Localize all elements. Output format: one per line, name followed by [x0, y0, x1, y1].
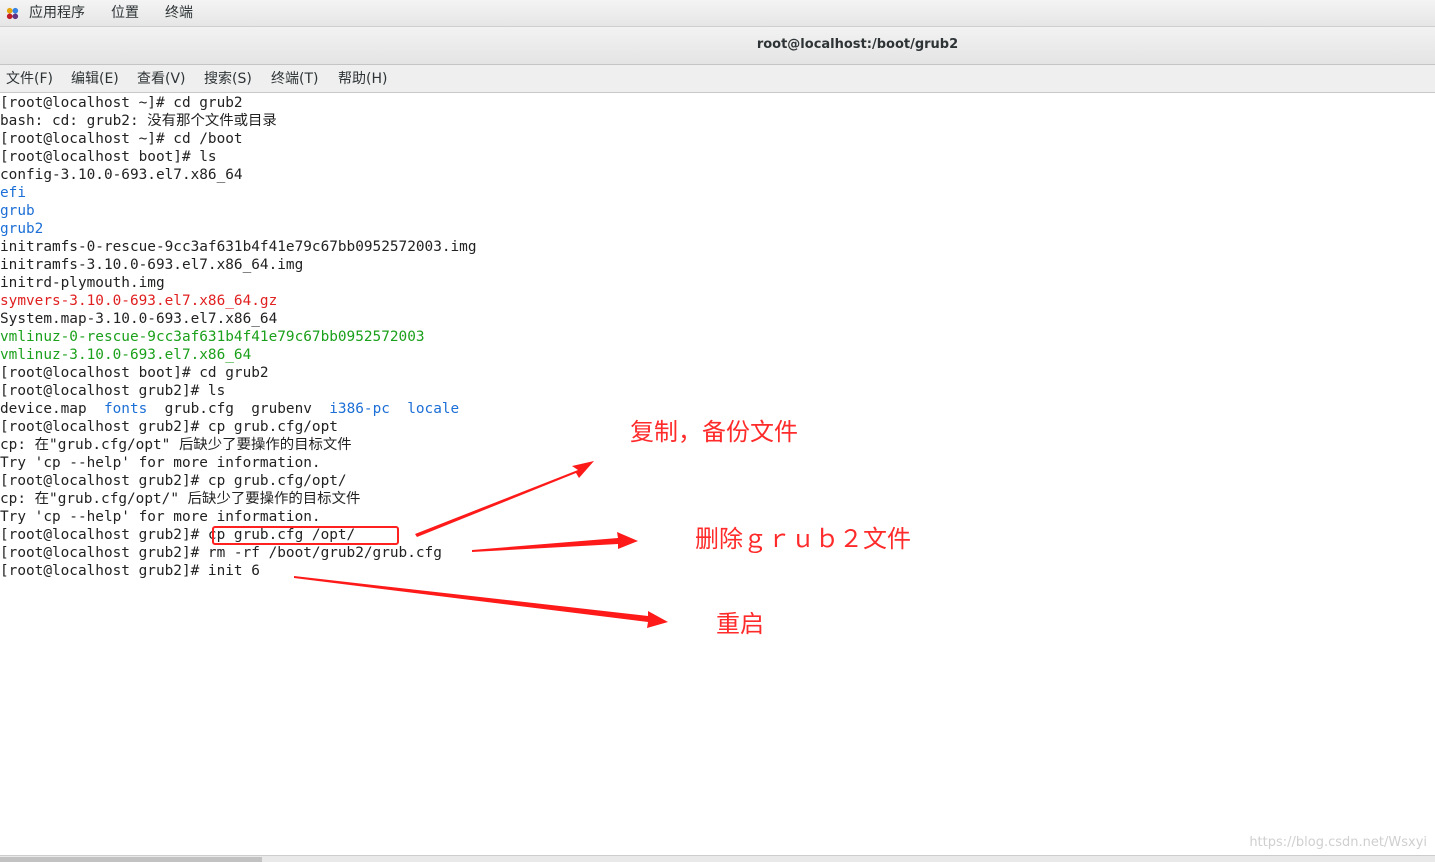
terminal-menubar: 文件(F) 编辑(E) 查看(V) 搜索(S) 终端(T) 帮助(H): [0, 65, 1435, 93]
window-titlebar[interactable]: root@localhost:/boot/grub2: [0, 27, 1435, 65]
terminal-text-segment: [root@localhost grub2]# ls: [0, 383, 226, 399]
applications-icon[interactable]: [5, 6, 20, 21]
scrollbar-thumb[interactable]: [0, 857, 262, 862]
terminal-output[interactable]: [root@localhost ~]# cd grub2 bash: cd: gr…: [0, 93, 1435, 855]
terminal-line: initrd-plymouth.img: [0, 274, 165, 292]
terminal-text-segment: [root@localhost grub2]# cp grub.cfg/opt: [0, 419, 338, 435]
terminal-text-segment: cp: 在"grub.cfg/opt" 后缺少了要操作的目标文件: [0, 437, 352, 453]
terminal-line: System.map-3.10.0-693.el7.x86_64: [0, 310, 277, 328]
terminal-text-segment: initramfs-3.10.0-693.el7.x86_64.img: [0, 257, 304, 273]
terminal-line: [root@localhost grub2]# rm -rf /boot/gru…: [0, 544, 442, 562]
menu-view[interactable]: 查看(V): [137, 70, 186, 88]
terminal-text-segment: Try 'cp --help' for more information.: [0, 455, 321, 471]
places-menu[interactable]: 位置: [111, 4, 139, 22]
terminal-text-segment: System.map-3.10.0-693.el7.x86_64: [0, 311, 278, 327]
terminal-line: config-3.10.0-693.el7.x86_64: [0, 166, 243, 184]
terminal-line: cp: 在"grub.cfg/opt" 后缺少了要操作的目标文件: [0, 436, 352, 454]
terminal-text-segment: locale: [407, 401, 460, 417]
terminal-line: [root@localhost grub2]# ls: [0, 382, 225, 400]
annotation-restart: 重启: [716, 610, 764, 638]
annotation-delete-grub2: 删除ｇｒｕｂ２文件: [695, 525, 911, 553]
terminal-text-segment: [root@localhost boot]# cd grub2: [0, 365, 269, 381]
terminal-text-segment: efi: [0, 185, 26, 201]
terminal-text-segment: initrd-plymouth.img: [0, 275, 165, 291]
menu-terminal[interactable]: 终端(T): [271, 70, 318, 88]
terminal-line: initramfs-0-rescue-9cc3af631b4f41e79c67b…: [0, 238, 477, 256]
terminal-text-segment: initramfs-0-rescue-9cc3af631b4f41e79c67b…: [0, 239, 477, 255]
menu-file[interactable]: 文件(F): [6, 70, 53, 88]
terminal-text-segment: bash: cd: grub2: 没有那个文件或目录: [0, 113, 277, 129]
terminal-text-segment: [root@localhost boot]# ls: [0, 149, 217, 165]
terminal-text-segment: i386-pc: [329, 401, 390, 417]
menu-edit[interactable]: 编辑(E): [71, 70, 119, 88]
terminal-text-segment: device.map: [0, 401, 104, 417]
terminal-text-segment: config-3.10.0-693.el7.x86_64: [0, 167, 243, 183]
terminal-text-segment: grub: [0, 203, 35, 219]
terminal-line: grub2: [0, 220, 43, 238]
terminal-text-segment: cp: 在"grub.cfg/opt/" 后缺少了要操作的目标文件: [0, 491, 361, 507]
terminal-line: [root@localhost ~]# cd grub2: [0, 94, 243, 112]
terminal-line: vmlinuz-3.10.0-693.el7.x86_64: [0, 346, 251, 364]
terminal-line: [root@localhost ~]# cd /boot: [0, 130, 243, 148]
terminal-line: Try 'cp --help' for more information.: [0, 508, 321, 526]
menu-help[interactable]: 帮助(H): [338, 70, 387, 88]
horizontal-scrollbar[interactable]: [0, 855, 1435, 862]
terminal-line: [root@localhost grub2]# cp grub.cfg/opt/: [0, 472, 347, 490]
menu-search[interactable]: 搜索(S): [204, 70, 252, 88]
gnome-top-bar: 应用程序 位置 终端: [0, 0, 1435, 27]
terminal-line: cp: 在"grub.cfg/opt/" 后缺少了要操作的目标文件: [0, 490, 360, 508]
window-title: root@localhost:/boot/grub2: [756, 37, 959, 52]
terminal-line: initramfs-3.10.0-693.el7.x86_64.img: [0, 256, 303, 274]
watermark: https://blog.csdn.net/Wsxyi: [1249, 835, 1427, 850]
terminal-text-segment: vmlinuz-3.10.0-693.el7.x86_64: [0, 347, 252, 363]
applications-menu[interactable]: 应用程序: [29, 4, 85, 22]
terminal-text-segment: Try 'cp --help' for more information.: [0, 509, 321, 525]
terminal-text-segment: [root@localhost grub2]# init 6: [0, 563, 260, 579]
terminal-line: vmlinuz-0-rescue-9cc3af631b4f41e79c67bb0…: [0, 328, 425, 346]
terminal-line: efi: [0, 184, 26, 202]
terminal-line: device.map fonts grub.cfg grubenv i386-p…: [0, 400, 459, 418]
terminal-text-segment: vmlinuz-0-rescue-9cc3af631b4f41e79c67bb0…: [0, 329, 425, 345]
terminal-line: [root@localhost grub2]# init 6: [0, 562, 260, 580]
terminal-text-segment: [root@localhost grub2]# cp grub.cfg/opt/: [0, 473, 347, 489]
annotation-copy-backup: 复制，备份文件: [630, 418, 798, 446]
terminal-text-segment: [root@localhost ~]# cd /boot: [0, 131, 243, 147]
terminal-line: bash: cd: grub2: 没有那个文件或目录: [0, 112, 277, 130]
terminal-line: Try 'cp --help' for more information.: [0, 454, 321, 472]
highlight-box: [212, 526, 399, 545]
terminal-text-segment: grub.cfg grubenv: [147, 401, 330, 417]
terminal-line: [root@localhost boot]# ls: [0, 148, 217, 166]
terminal-line: [root@localhost grub2]# cp grub.cfg/opt: [0, 418, 338, 436]
terminal-line: symvers-3.10.0-693.el7.x86_64.gz: [0, 292, 277, 310]
terminal-text-segment: symvers-3.10.0-693.el7.x86_64.gz: [0, 293, 278, 309]
terminal-text-segment: fonts: [103, 401, 148, 417]
terminal-line: [root@localhost boot]# cd grub2: [0, 364, 269, 382]
terminal-app-menu[interactable]: 终端: [165, 4, 193, 22]
terminal-line: grub: [0, 202, 35, 220]
terminal-text-segment: [root@localhost ~]# cd grub2: [0, 95, 243, 111]
terminal-text-segment: [root@localhost grub2]# rm -rf /boot/gru…: [0, 545, 442, 561]
terminal-text-segment: grub2: [0, 221, 44, 237]
